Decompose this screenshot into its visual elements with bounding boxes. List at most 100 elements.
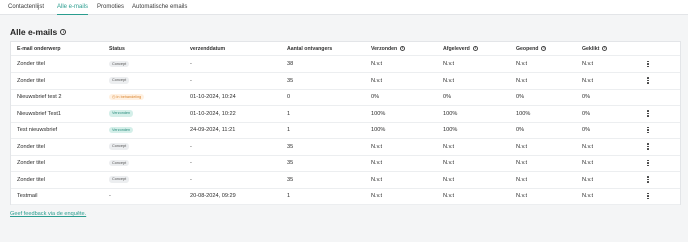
kebab-dot: [647, 129, 649, 131]
cell-clicked: 0%: [582, 106, 590, 122]
tab-promoties[interactable]: Promoties: [97, 3, 124, 15]
cell-text: 0: [287, 94, 291, 100]
kebab-dot: [647, 195, 649, 197]
cell-text: Zonder titel: [17, 77, 45, 84]
cell-text: N.v.t: [582, 77, 594, 84]
column-header-delivered[interactable]: Afgeleverd i: [443, 42, 478, 55]
feedback-link[interactable]: Geef feedback via de enquête.: [10, 211, 86, 217]
status-badge: ◷ In behandeling: [109, 93, 145, 101]
cell-clicked: 0%: [582, 122, 590, 138]
table-row[interactable]: Test nieuwsbrief Verzonden 24-09-2024, 11:…: [11, 122, 680, 139]
cell-text: Zonder titel: [17, 176, 45, 183]
cell-recipients: 1: [287, 106, 290, 122]
cell-text: Zonder titel: [17, 160, 45, 166]
cell-status: Concept: [109, 139, 130, 155]
table-row[interactable]: Zonder titel Concept - 35 N.v.t N.v.t N.v.t N.v…: [11, 73, 680, 90]
row-menu-icon[interactable]: [644, 122, 652, 138]
cell-delivered: N.v.t: [443, 73, 454, 89]
status-badge: Concept: [109, 77, 130, 84]
cell-text: N.v.t: [443, 160, 455, 166]
cell-clicked: N.v.t: [582, 188, 593, 204]
info-icon[interactable]: i: [400, 46, 406, 51]
kebab-dot: [647, 63, 649, 65]
cell-delivered: 100%: [443, 122, 457, 138]
cell-sent: N.v.t: [371, 188, 382, 204]
cell-text: 35: [287, 77, 294, 84]
table-row[interactable]: Testmail - 20-08-2024, 09:29 1 N.v.t N.v.t N.v…: [11, 188, 680, 205]
cell-opened: 0%: [516, 89, 524, 105]
column-header-clicked[interactable]: Geklikt i: [582, 42, 608, 55]
table-row[interactable]: Nieuwsbrief Test1 Verzonden 01-10-2024, 10…: [11, 106, 680, 123]
kebab-dot: [647, 110, 649, 112]
cell-date: 24-09-2024, 11:21: [190, 122, 235, 138]
cell-text: Nieuwsbrief test 2: [17, 94, 62, 100]
row-menu-icon[interactable]: [644, 139, 652, 155]
column-header-status[interactable]: Status: [109, 42, 125, 55]
cell-text: N.v.t: [443, 176, 455, 183]
tab-automatische-emails[interactable]: Automatische emails: [132, 3, 187, 15]
cell-sent: N.v.t: [371, 172, 382, 188]
cell-text: 35: [287, 143, 294, 150]
cell-text: 0%: [582, 127, 591, 133]
table-row[interactable]: Zonder titel Concept - 35 N.v.t N.v.t N.v.t N.v…: [11, 172, 680, 189]
info-icon[interactable]: i: [602, 46, 608, 51]
cell-text: N.v.t: [443, 143, 455, 150]
kebab-dot: [647, 162, 649, 164]
cell-text: N.v.t: [582, 176, 594, 183]
cell-text: 0%: [582, 110, 591, 117]
kebab-dot: [647, 77, 649, 79]
info-icon[interactable]: i: [60, 29, 67, 35]
column-header-sent[interactable]: Verzonden i: [371, 42, 406, 55]
column-header-opened[interactable]: Geopend i: [516, 42, 547, 55]
cell-text: N.v.t: [516, 176, 528, 183]
cell-text: 100%: [371, 110, 386, 117]
kebab-dot: [647, 192, 649, 195]
row-menu-icon[interactable]: [644, 155, 652, 171]
info-icon[interactable]: i: [541, 46, 547, 51]
cell-text: Testmail: [17, 193, 38, 199]
cell-recipients: 1: [287, 122, 290, 138]
cell-status: Concept: [109, 73, 130, 89]
kebab-dot: [647, 79, 649, 82]
cell-opened: 0%: [516, 122, 524, 138]
table-row[interactable]: Zonder titel Concept - 35 N.v.t N.v.t N.v.t N.v…: [11, 139, 680, 156]
cell-recipients: 35: [287, 172, 293, 188]
tab-alle-emails[interactable]: Alle e-mails: [57, 3, 89, 15]
column-header-recipients[interactable]: Aantal ontvangers: [287, 42, 332, 55]
page-header: Alle e-mails i: [10, 27, 67, 37]
cell-sent: 0%: [371, 89, 379, 105]
cell-opened: N.v.t: [516, 73, 527, 89]
cell-delivered: N.v.t: [443, 139, 454, 155]
table-row[interactable]: Zonder titel Concept - 38 N.v.t N.v.t N.v.t N.v…: [11, 56, 680, 73]
column-header-date[interactable]: verzenddatum: [190, 42, 225, 55]
column-header-subject[interactable]: E-mail onderwerp: [17, 42, 61, 55]
status-badge: Concept: [109, 159, 130, 167]
kebab-dot: [647, 176, 649, 178]
cell-text: 0%: [371, 94, 380, 100]
row-menu-icon[interactable]: [644, 56, 652, 72]
row-menu-icon[interactable]: [644, 172, 652, 188]
emails-table: E-mail onderwerp Status verzenddatum Aan…: [10, 41, 681, 205]
cell-text: 100%: [516, 110, 531, 117]
cell-text: 01-10-2024, 10:22: [190, 110, 236, 117]
cell-text: 100%: [443, 110, 458, 117]
row-menu-icon[interactable]: [644, 188, 652, 204]
row-menu-icon[interactable]: [644, 73, 652, 89]
status-badge-label: Concept: [112, 177, 127, 182]
cell-text: N.v.t: [516, 143, 528, 150]
info-icon[interactable]: i: [472, 46, 478, 51]
cell-recipients: 0: [287, 89, 290, 105]
kebab-dot: [647, 181, 649, 183]
cell-date: -: [190, 139, 192, 155]
cell-text: -: [190, 160, 192, 166]
row-menu-icon[interactable]: [644, 106, 652, 122]
table-row[interactable]: Nieuwsbrief test 2 ◷ In behandeling 01-10-…: [11, 89, 680, 106]
cell-status: ◷ In behandeling: [109, 89, 145, 105]
table-row[interactable]: Zonder titel Concept - 35 N.v.t N.v.t N.v.t N.v…: [11, 155, 680, 172]
cell-text: 38: [287, 61, 294, 67]
cell-opened: N.v.t: [516, 139, 527, 155]
cell-subject: Nieuwsbrief test 2: [17, 89, 61, 105]
cell-text: 0%: [516, 127, 525, 133]
tab-contactenlijst[interactable]: Contactenlijst: [8, 3, 44, 15]
cell-status: Concept: [109, 56, 130, 72]
